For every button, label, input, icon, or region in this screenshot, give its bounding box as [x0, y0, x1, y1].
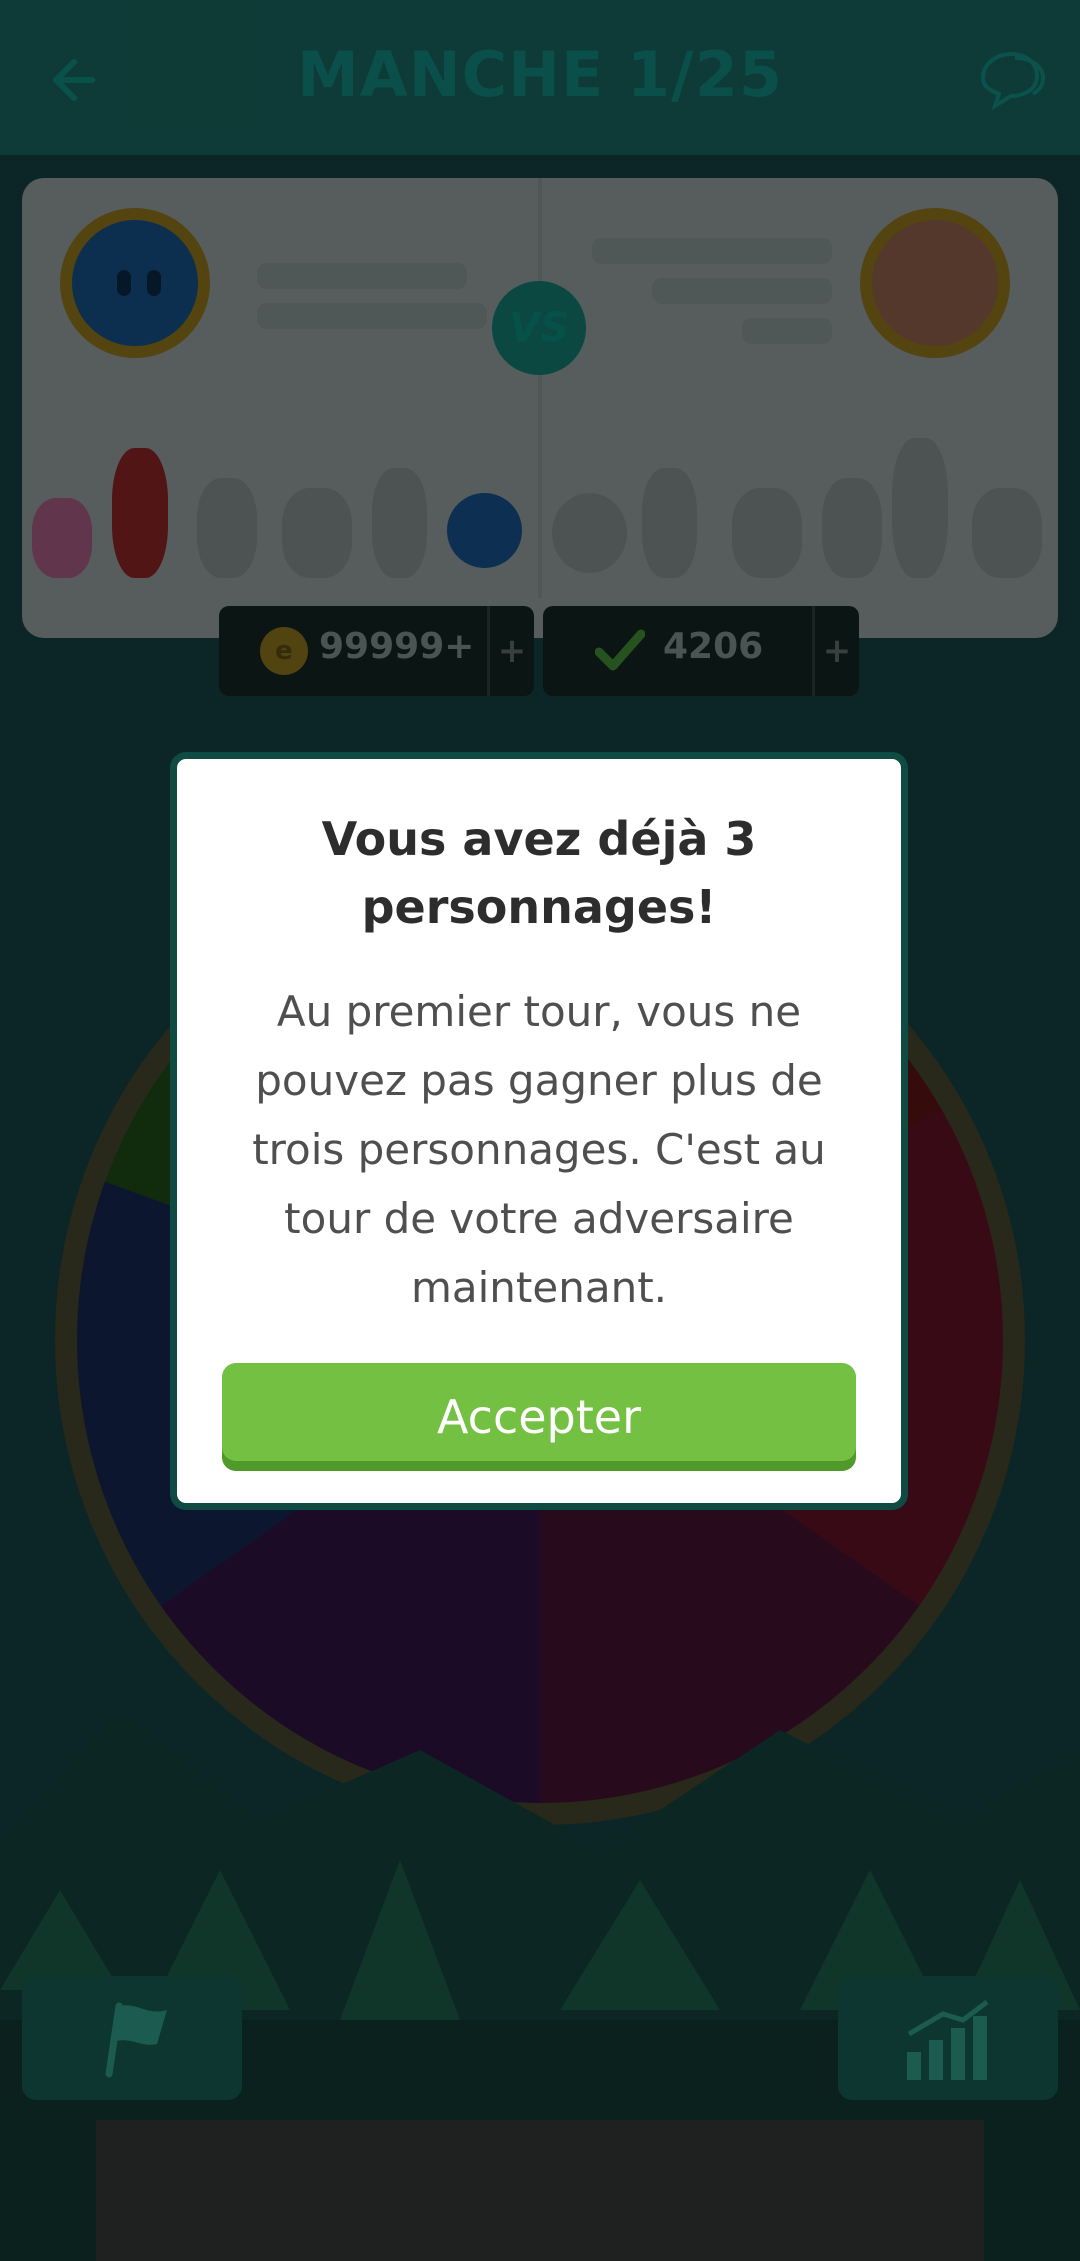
game-screen: MANCHE 1/25 VS e 99999+ + 4206 + Vous av… [0, 0, 1080, 2261]
accept-button[interactable]: Accepter [222, 1363, 856, 1471]
dialog-message: Au premier tour, vous ne pouvez pas gagn… [252, 987, 826, 1312]
info-dialog: Vous avez déjà 3 personnages! Au premier… [170, 752, 908, 1510]
dialog-title: Vous avez déjà 3 personnages! [321, 812, 757, 934]
